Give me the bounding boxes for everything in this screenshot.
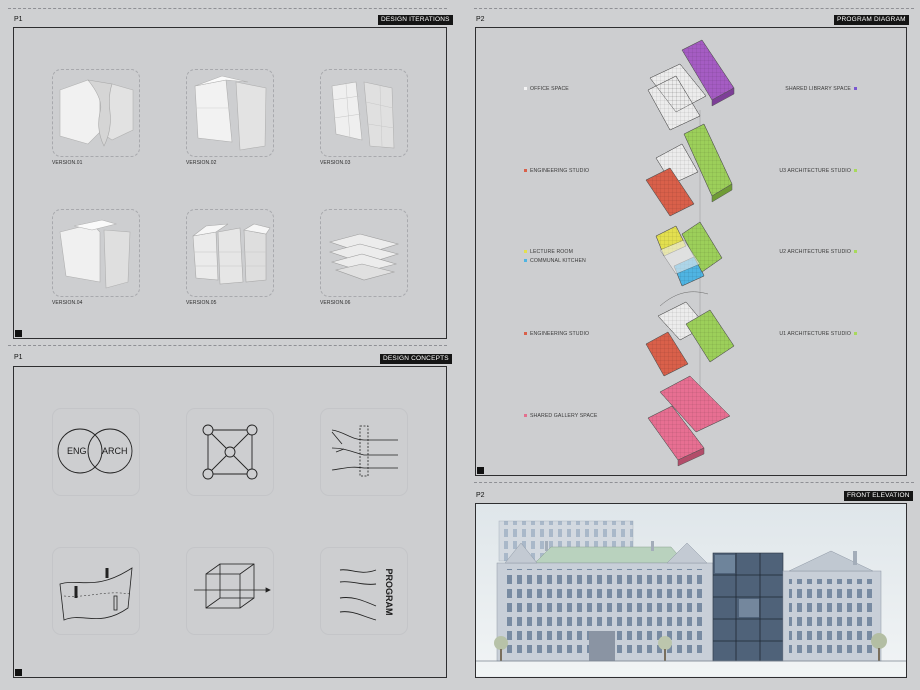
floor-1 (647, 375, 731, 467)
floor-4 (645, 123, 733, 217)
panel-tag: P2 (476, 492, 485, 499)
panel-title: FRONT ELEVATION (844, 491, 913, 501)
floor-5 (647, 39, 735, 131)
floor-2 (645, 291, 735, 377)
front-elevation-drawing (476, 504, 906, 676)
floor-3 (655, 221, 723, 287)
